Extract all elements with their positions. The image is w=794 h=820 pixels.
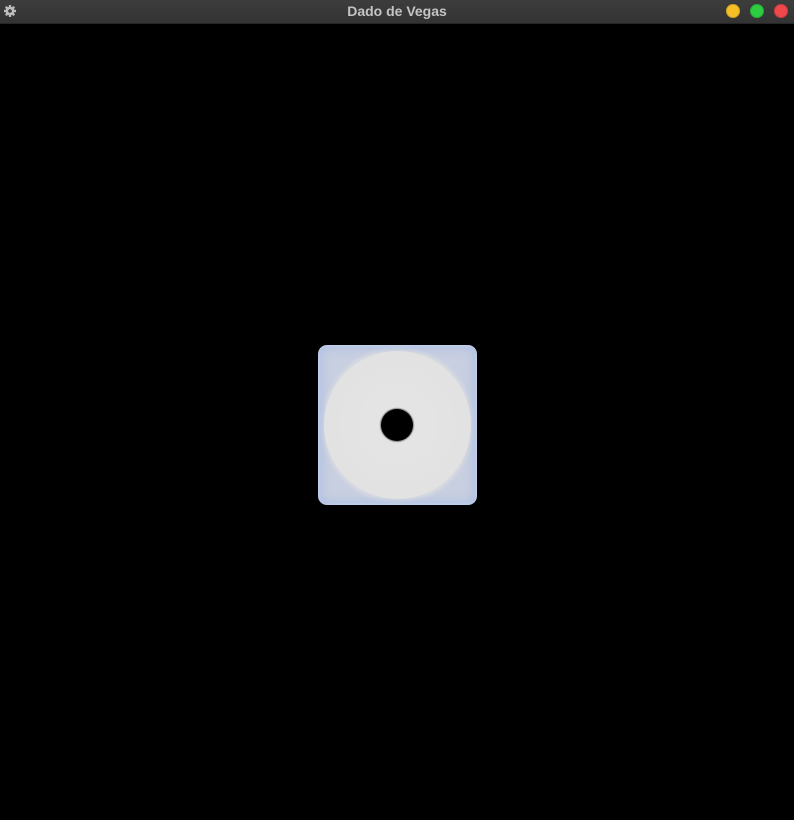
die-pip — [381, 409, 413, 441]
close-button[interactable] — [774, 4, 788, 18]
app-window: Dado de Vegas — [0, 0, 794, 820]
game-canvas[interactable] — [0, 25, 794, 820]
minimize-button[interactable] — [726, 4, 740, 18]
die[interactable] — [318, 345, 477, 505]
maximize-button[interactable] — [750, 4, 764, 18]
window-title: Dado de Vegas — [347, 3, 447, 19]
title-bar[interactable]: Dado de Vegas — [0, 0, 794, 24]
window-controls — [726, 4, 788, 18]
